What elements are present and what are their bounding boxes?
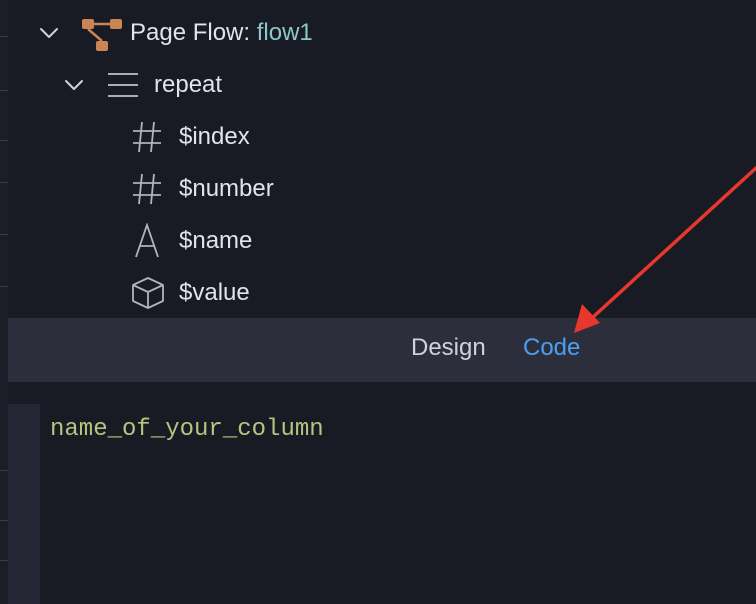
var-label: $name xyxy=(179,227,253,254)
code-editor[interactable]: name_of_your_column xyxy=(8,382,756,604)
list-icon xyxy=(106,70,140,100)
tree-item-value[interactable]: $value xyxy=(8,267,756,319)
repeat-label: repeat xyxy=(154,71,223,98)
chevron-down-icon[interactable] xyxy=(36,20,62,46)
editor-gutter xyxy=(8,404,40,604)
var-label: $index xyxy=(179,123,250,150)
tab-code[interactable]: Code xyxy=(523,334,580,362)
code-line[interactable]: name_of_your_column xyxy=(50,416,324,443)
var-label: $number xyxy=(179,175,274,202)
chevron-down-icon[interactable] xyxy=(61,72,87,98)
hash-icon xyxy=(130,171,164,207)
tree-item-page-flow[interactable]: Page Flow: flow1 xyxy=(8,7,756,59)
page-flow-label: Page Flow: xyxy=(130,19,257,46)
tree-item-repeat[interactable]: repeat xyxy=(8,59,756,111)
var-label: $value xyxy=(179,279,250,306)
cube-icon xyxy=(130,275,166,311)
page-flow-icon xyxy=(80,13,126,53)
text-type-icon xyxy=(130,223,164,259)
flow-name: flow1 xyxy=(256,19,313,46)
variable-tree: Page Flow: flow1 repeat $index $number $… xyxy=(8,0,756,318)
tree-item-name[interactable]: $name xyxy=(8,215,756,267)
view-mode-tabs: Design Code xyxy=(8,318,756,382)
tree-item-index[interactable]: $index xyxy=(8,111,756,163)
hash-icon xyxy=(130,119,164,155)
tab-design[interactable]: Design xyxy=(411,334,486,362)
tree-item-number[interactable]: $number xyxy=(8,163,756,215)
